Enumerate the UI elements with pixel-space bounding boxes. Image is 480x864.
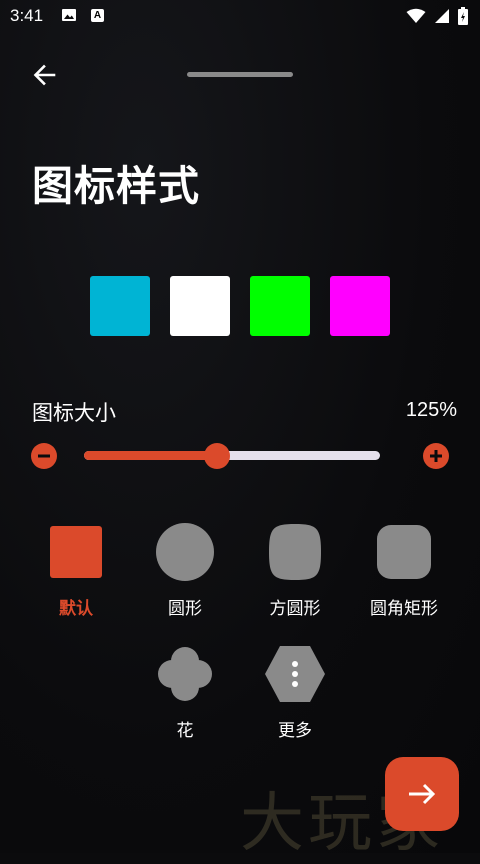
rounded-rect-shape-icon: [377, 525, 431, 579]
icon-size-slider[interactable]: [84, 443, 380, 469]
status-time: 3:41: [10, 6, 44, 25]
drag-handle[interactable]: [187, 72, 293, 77]
minus-icon: [38, 454, 50, 458]
square-shape-icon: [50, 526, 102, 578]
icon-size-value: 125%: [405, 399, 457, 421]
hexagon-more-icon: [265, 646, 325, 702]
squircle-shape-icon: [269, 524, 321, 580]
shape-option-circle[interactable]: 圆形: [130, 522, 240, 632]
flower-shape-icon: [158, 647, 212, 701]
top-bar: [0, 50, 480, 100]
signal-icon: [435, 9, 449, 23]
next-fab-button[interactable]: [385, 757, 459, 831]
arrow-right-icon: [409, 783, 436, 805]
shape-option-squircle[interactable]: 方圆形: [240, 522, 350, 632]
image-icon: [62, 9, 76, 21]
increase-size-button[interactable]: [423, 443, 449, 469]
swatch-white[interactable]: [170, 276, 230, 336]
swatch-cyan[interactable]: [90, 276, 150, 336]
shape-option-more[interactable]: 更多: [240, 644, 350, 754]
page-title: 图标样式: [32, 162, 200, 210]
shape-label-flower: 花: [176, 721, 194, 741]
shape-label-rounded-rect: 圆角矩形: [370, 599, 438, 619]
slider-thumb[interactable]: [204, 443, 231, 469]
shape-label-default: 默认: [59, 599, 93, 619]
battery-icon: [458, 7, 468, 25]
decrease-size-button[interactable]: [31, 443, 57, 469]
back-button[interactable]: [28, 60, 62, 90]
color-swatches: [90, 276, 390, 336]
status-bar: 3:41 A: [0, 0, 480, 32]
circle-shape-icon: [156, 523, 214, 581]
shape-label-circle: 圆形: [168, 599, 202, 619]
shape-label-more: 更多: [278, 721, 312, 741]
shape-option-flower[interactable]: 花: [130, 644, 240, 754]
plus-icon: [430, 450, 442, 462]
shape-option-rounded-rect[interactable]: 圆角矩形: [349, 522, 459, 632]
shape-label-squircle: 方圆形: [269, 599, 321, 619]
swatch-magenta[interactable]: [330, 276, 390, 336]
wifi-icon: [406, 8, 426, 23]
a-badge-icon: A: [91, 9, 104, 22]
icon-size-label: 图标大小: [32, 401, 116, 425]
shape-option-default[interactable]: 默认: [21, 522, 131, 632]
swatch-green[interactable]: [250, 276, 310, 336]
status-icons-right: [406, 7, 468, 25]
slider-fill: [84, 451, 218, 460]
arrow-left-icon: [33, 64, 56, 86]
